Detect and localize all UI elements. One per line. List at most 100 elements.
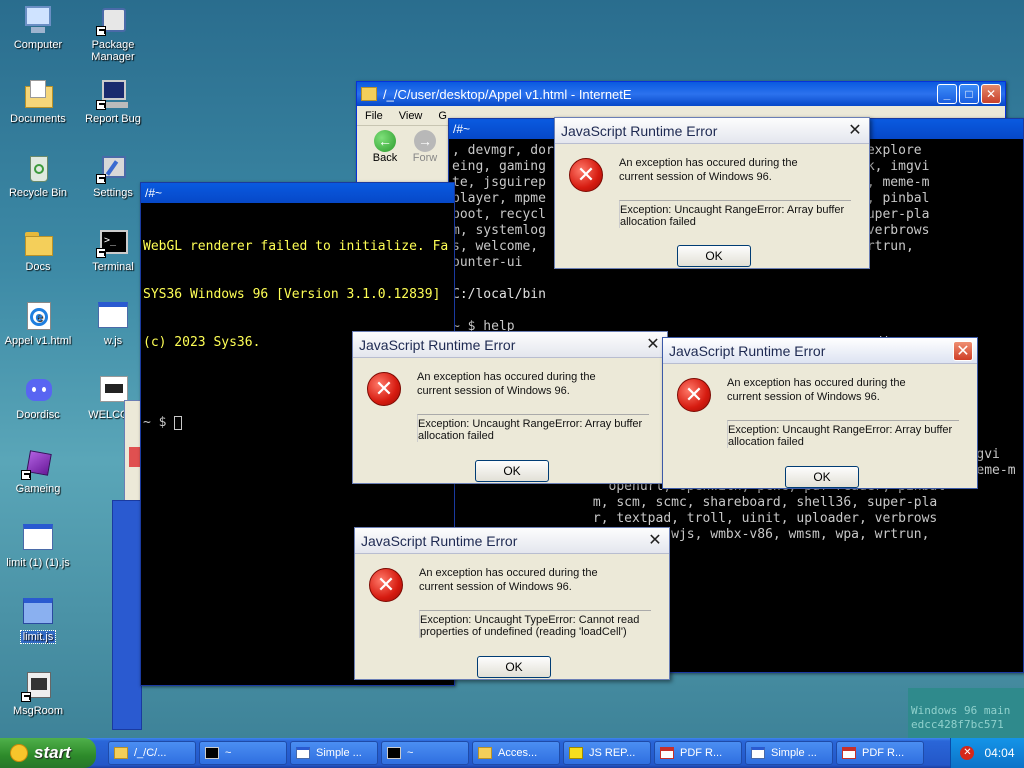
js-file-icon (21, 596, 55, 628)
terminal-line: m, scm, scmc, shareboard, shell36, super… (452, 495, 938, 510)
folder-icon (114, 747, 128, 759)
dialog-exception: Exception: Uncaught RangeError: Array bu… (417, 414, 649, 442)
taskbar-task-label: /_/C/... (134, 747, 167, 759)
pdf-icon (660, 747, 674, 759)
js-file-icon (96, 300, 130, 332)
pdf-icon (842, 747, 856, 759)
documents-icon (21, 78, 55, 110)
ok-button[interactable]: OK (477, 656, 551, 678)
taskbar-task-label: Simple ... (771, 747, 817, 759)
js-file-icon (21, 522, 55, 554)
error-dialog[interactable]: JavaScript Runtime Error ✕ ✕ An exceptio… (554, 117, 870, 269)
dialog-titlebar[interactable]: JavaScript Runtime Error ✕ (355, 528, 669, 554)
desktop-icon-recycle-bin[interactable]: Recycle Bin (0, 152, 76, 199)
close-button[interactable]: ✕ (981, 84, 1001, 104)
taskbar-task-button[interactable]: Simple ... (745, 741, 833, 765)
desktop-icon-package-manager[interactable]: Package Manager (75, 4, 151, 63)
version-watermark: Windows 96 main edcc428f7bc571 (908, 688, 1024, 738)
taskbar-task-label: ~ (407, 747, 414, 759)
terminal-line: C:/local/bin (452, 287, 546, 302)
discord-icon (21, 374, 55, 406)
terminal-icon: >_ (96, 226, 130, 258)
browser-title: /_/C/user/desktop/Appel v1.html - Intern… (383, 86, 632, 102)
terminal-line-version: SYS36 Windows 96 [Version 3.1.0.12839] (143, 287, 441, 302)
error-dialog[interactable]: JavaScript Runtime Error ✕ ✕ An exceptio… (352, 331, 668, 484)
terminal-left-titlebar[interactable]: /# ~ (141, 183, 454, 203)
bug-report-icon (96, 78, 130, 110)
back-arrow-icon: ← (374, 130, 396, 152)
dialog-close-button[interactable]: ✕ (643, 335, 663, 355)
clock: 04:04 (984, 746, 1015, 760)
desktop-icon-doordisc[interactable]: Doordisc (0, 374, 76, 421)
ok-button[interactable]: OK (677, 245, 751, 267)
desktop-icon-docs[interactable]: Docs (0, 226, 76, 273)
computer-icon (21, 4, 55, 36)
taskbar-task-button[interactable]: PDF R... (836, 741, 924, 765)
taskbar-task-label: JS REP... (589, 747, 636, 759)
desktop-icon-limit-1-1[interactable]: limit (1) (1).js (0, 522, 76, 569)
forward-arrow-icon: → (414, 130, 436, 152)
taskbar-task-button[interactable]: ~ (199, 741, 287, 765)
terminal-icon: /# (453, 122, 464, 136)
folder-icon (478, 747, 492, 759)
ok-button[interactable]: OK (785, 466, 859, 488)
dialog-close-button[interactable]: ✕ (953, 340, 973, 361)
start-logo-icon (10, 744, 28, 762)
dialog-close-button[interactable]: ✕ (645, 531, 665, 551)
desktop-icon-gameing[interactable]: Gameing (0, 448, 76, 495)
dialog-exception: Exception: Uncaught RangeError: Array bu… (727, 420, 959, 448)
dialog-titlebar[interactable]: JavaScript Runtime Error ✕ (663, 338, 977, 364)
package-icon (96, 4, 130, 36)
dialog-message: An exception has occured during the curr… (419, 567, 598, 593)
dialog-close-button[interactable]: ✕ (845, 121, 865, 141)
dialog-titlebar[interactable]: JavaScript Runtime Error ✕ (353, 332, 667, 358)
desktop: Computer Package Manager Documents Repor… (0, 0, 1024, 738)
forward-button[interactable]: → Forw (405, 130, 445, 164)
taskbar-task-button[interactable]: PDF R... (654, 741, 742, 765)
menu-go[interactable]: G (438, 110, 447, 122)
terminal-line: r, textpad, troll, uinit, uploader, verb… (452, 511, 938, 526)
back-button[interactable]: ← Back (365, 130, 405, 164)
start-button[interactable]: start (0, 738, 96, 768)
folder-icon (21, 226, 55, 258)
terminal-line-warning: WebGL renderer failed to initialize. Fa (143, 239, 449, 254)
desktop-icon-documents[interactable]: Documents (0, 78, 76, 125)
text-cursor (174, 415, 183, 430)
ok-button[interactable]: OK (475, 460, 549, 482)
desktop-icon-limit-js[interactable]: limit.js (0, 596, 76, 644)
browser-titlebar[interactable]: /_/C/user/desktop/Appel v1.html - Intern… (357, 82, 1005, 106)
taskbar: start /_/C/... ~ Simple ... ~ Acces... JS REP… (0, 738, 1024, 768)
dialog-message: An exception has occured during the curr… (727, 377, 906, 403)
terminal-icon (205, 747, 219, 759)
msgroom-icon (21, 670, 55, 702)
terminal-icon: /# (145, 186, 156, 200)
desktop-icon-msgroom[interactable]: MsgRoom (0, 670, 76, 717)
desktop-icon-appel-html[interactable]: e Appel v1.html (0, 300, 76, 347)
dialog-exception: Exception: Uncaught RangeError: Array bu… (619, 200, 851, 228)
taskbar-task-label: Acces... (498, 747, 538, 759)
error-icon: ✕ (677, 378, 711, 412)
desktop-icon-report-bug[interactable]: Report Bug (75, 78, 151, 125)
dialog-titlebar[interactable]: JavaScript Runtime Error ✕ (555, 118, 869, 144)
minimize-button[interactable]: _ (937, 84, 957, 104)
taskbar-task-button[interactable]: JS REP... (563, 741, 651, 765)
menu-view[interactable]: View (399, 110, 423, 122)
folder-icon (361, 87, 377, 101)
taskbar-task-label: PDF R... (680, 747, 723, 759)
menu-file[interactable]: File (365, 110, 383, 122)
error-dialog[interactable]: JavaScript Runtime Error ✕ ✕ An exceptio… (354, 527, 670, 680)
taskbar-task-button[interactable]: ~ (381, 741, 469, 765)
maximize-button[interactable]: □ (959, 84, 979, 104)
taskbar-task-label: PDF R... (862, 747, 905, 759)
recycle-bin-icon (21, 152, 55, 184)
error-tray-icon[interactable]: ✕ (960, 746, 975, 760)
window-icon (751, 747, 765, 759)
desktop-icon-computer[interactable]: Computer (0, 4, 76, 51)
dialog-exception: Exception: Uncaught TypeError: Cannot re… (419, 610, 651, 638)
taskbar-task-button[interactable]: Simple ... (290, 741, 378, 765)
taskbar-task-button[interactable]: Acces... (472, 741, 560, 765)
error-dialog-active[interactable]: JavaScript Runtime Error ✕ ✕ An exceptio… (662, 337, 978, 489)
taskbar-task-button[interactable]: /_/C/... (108, 741, 196, 765)
